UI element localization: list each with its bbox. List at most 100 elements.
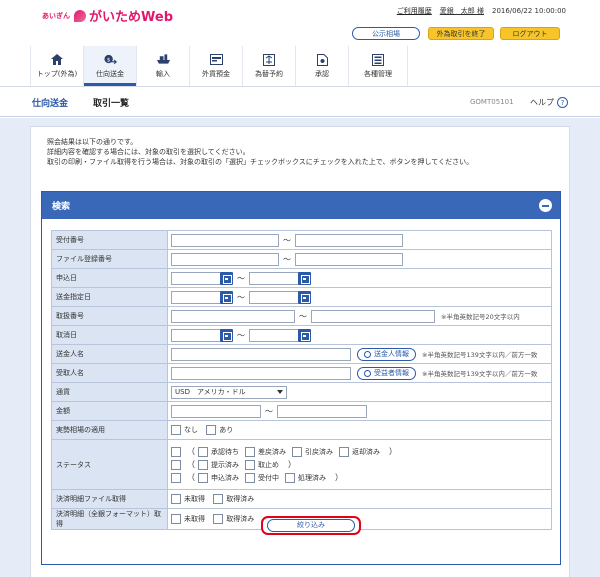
remit-date-to-input[interactable] [249, 290, 299, 304]
calendar-icon[interactable] [220, 271, 233, 285]
status-rejected-checkbox[interactable] [339, 446, 349, 457]
user-name[interactable]: 愛銀 太郎 様 [440, 6, 484, 16]
exchange-rate-button[interactable]: 公示相場 [352, 27, 420, 40]
txn-no-from-input[interactable] [171, 309, 295, 323]
field-label: 実勢相場の適用 [51, 420, 168, 440]
checkbox-label: 引戻済み [305, 447, 333, 456]
nav-item-import[interactable]: 輸入 [136, 46, 189, 86]
apply-date-from-input[interactable] [171, 271, 221, 285]
status-applied-all-checkbox[interactable] [171, 472, 181, 483]
calendar-icon[interactable] [220, 290, 233, 304]
currency-select[interactable]: USD アメリカ・ドル [171, 385, 287, 399]
sender-info-button[interactable]: 送金人情報 [357, 347, 416, 361]
bank-name: あいぎん [42, 11, 70, 20]
beneficiary-info-button[interactable]: 受益者情報 [357, 366, 416, 380]
app-logo[interactable]: あいぎん がいためWeb [42, 6, 173, 25]
forward-contract-icon [263, 53, 276, 66]
status-all-checkbox[interactable] [171, 446, 181, 457]
help-link[interactable]: ヘルプ ? [530, 97, 568, 108]
status-withdrawn-checkbox[interactable] [292, 446, 302, 457]
form-row: 金額 ～ [51, 401, 552, 421]
search-form: 受付番号 ～ ファイル登録番号 ～ 申込日 ～ 送金指定日 ～ 取扱番号 ～ ※… [51, 230, 552, 530]
nav-item-label: トップ(外為) [36, 69, 78, 78]
nav-item-remittance[interactable]: $ 仕向送金 [83, 46, 136, 86]
remit-date-from-input[interactable] [171, 290, 221, 304]
logout-button[interactable]: ログアウト [500, 27, 560, 40]
checkbox-label: 未取得 [184, 495, 205, 503]
field-label: 取扱番号 [51, 306, 168, 326]
main-content: 照会結果は以下の通りです。 詳細内容を確認する場合には、対象の取引を選択してくだ… [0, 118, 600, 577]
paren: （ [187, 473, 195, 482]
file-reg-no-from-input[interactable] [171, 252, 279, 266]
status-processed-checkbox[interactable] [285, 472, 295, 483]
form-row: 送金人名 送金人情報 ※半角英数記号139文字以内／前方一致 [51, 344, 552, 364]
field-label: 決済明細（全銀フォーマット）取得 [51, 508, 168, 530]
settle-file-acquired-checkbox[interactable] [213, 494, 224, 504]
settle-full-not-acquired-checkbox[interactable] [171, 514, 181, 524]
import-icon [156, 54, 170, 66]
nav-item-deposit[interactable]: 外貨預金 [189, 46, 242, 86]
checkbox-label: 提示済み [211, 460, 239, 469]
cancel-date-from-input[interactable] [171, 328, 221, 342]
filter-button[interactable]: 絞り込み [267, 519, 355, 532]
nav-item-approval[interactable]: 承認 [295, 46, 348, 86]
paren: ） [335, 473, 343, 482]
chevron-down-icon [277, 390, 283, 394]
page-title: 取引一覧 [93, 99, 130, 109]
end-fx-button[interactable]: 外為取引を終了 [428, 27, 494, 40]
nav-item-top[interactable]: トップ(外為) [30, 46, 83, 86]
history-link[interactable]: ご利用履歴 [397, 6, 432, 16]
remittance-icon: $ [103, 54, 117, 66]
txn-no-to-input[interactable] [311, 309, 435, 323]
settle-full-acquired-checkbox[interactable] [213, 514, 224, 524]
fx-none-checkbox[interactable] [171, 425, 181, 435]
cancel-date-to-input[interactable] [249, 328, 299, 342]
range-tilde: ～ [237, 292, 245, 302]
receiver-name-input[interactable] [171, 366, 351, 380]
settle-file-not-acquired-checkbox[interactable] [171, 494, 181, 504]
status-accepted-checkbox[interactable] [245, 472, 255, 483]
status-cancelled-checkbox[interactable] [245, 459, 255, 470]
search-panel: 検索 受付番号 ～ ファイル登録番号 ～ 申込日 ～ 送金指定日 ～ 取扱番号 … [41, 191, 561, 565]
form-row: ステータス （ 承認待ち 差戻済み 引戻済み 返却済み ） （ 提示済み 取止め… [51, 439, 552, 490]
range-tilde: ～ [283, 254, 291, 264]
nav-item-label: 仕向送金 [96, 69, 124, 78]
status-submitted-checkbox[interactable] [198, 459, 208, 470]
header: あいぎん がいためWeb ご利用履歴 愛銀 太郎 様 2016/06/22 10… [0, 0, 600, 46]
calendar-icon[interactable] [220, 328, 233, 342]
status-submitted-all-checkbox[interactable] [171, 459, 181, 470]
fx-yes-checkbox[interactable] [206, 425, 217, 435]
amount-from-input[interactable] [171, 404, 261, 418]
form-row: 取扱番号 ～ ※半角英数記号20文字以内 [51, 306, 552, 326]
checkbox-label: 返却済み [352, 447, 380, 456]
apply-date-to-input[interactable] [249, 271, 299, 285]
checkbox-label: 承認待ち [211, 447, 239, 456]
calendar-icon[interactable] [298, 271, 311, 285]
amount-to-input[interactable] [277, 404, 367, 418]
file-reg-no-to-input[interactable] [295, 252, 403, 266]
collapse-icon[interactable] [539, 199, 552, 212]
field-label: 送金人名 [51, 344, 168, 364]
range-tilde: ～ [237, 273, 245, 283]
sender-info-label: 送金人情報 [374, 350, 409, 358]
nav-item-forward[interactable]: 為替予約 [242, 46, 295, 86]
range-tilde: ～ [237, 330, 245, 340]
sender-name-input[interactable] [171, 347, 351, 361]
login-datetime: 2016/06/22 10:00:00 [491, 7, 566, 15]
receipt-no-to-input[interactable] [295, 233, 403, 247]
calendar-icon[interactable] [298, 328, 311, 342]
calendar-icon[interactable] [298, 290, 311, 304]
receipt-no-from-input[interactable] [171, 233, 279, 247]
nav-item-management[interactable]: 各種管理 [348, 46, 408, 86]
field-label: 金額 [51, 401, 168, 421]
status-awaiting-checkbox[interactable] [198, 446, 208, 457]
checkbox-label: 取得済み [226, 515, 255, 523]
nav-item-label: 承認 [315, 69, 329, 78]
status-returned-checkbox[interactable] [245, 446, 255, 457]
paren: ） [288, 460, 296, 469]
status-row: （ 提示済み 取止め ） [171, 458, 551, 471]
status-applied-checkbox[interactable] [198, 472, 208, 483]
field-label: 受付番号 [51, 230, 168, 250]
input-note: ※半角英数記号20文字以内 [441, 313, 520, 321]
info-line: 取引の印刷・ファイル取得を行う場合は、対象の取引の「選択」チェックボックスにチェ… [47, 158, 474, 166]
